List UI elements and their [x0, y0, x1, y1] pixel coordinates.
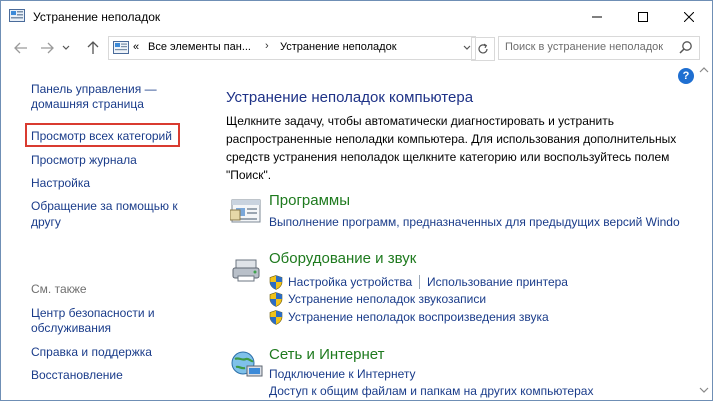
shared-folders-link[interactable]: Доступ к общим файлам и папкам на других… — [269, 384, 593, 398]
breadcrumb-all-items[interactable]: Все элементы пан... — [148, 41, 251, 53]
main-content: Устранение неполадок компьютера Щелкните… — [206, 64, 696, 400]
recent-locations-button[interactable] — [59, 38, 73, 58]
close-button[interactable] — [666, 1, 712, 32]
minimize-button[interactable] — [574, 1, 620, 32]
run-older-programs-link[interactable]: Выполнение программ, предназначенных для… — [269, 215, 680, 229]
close-icon — [684, 11, 694, 22]
breadcrumb-troubleshooting[interactable]: Устранение неполадок — [280, 41, 397, 53]
left-navigation-pane: Панель управления — домашняя страница Пр… — [1, 64, 206, 400]
troubleshoot-playback-link[interactable]: Устранение неполадок воспроизведения зву… — [288, 310, 549, 324]
hardware-sound-icon — [232, 259, 260, 282]
troubleshooting-window: Устранение неполадок « Все элементы пан.… — [0, 0, 713, 401]
minimize-icon — [592, 16, 602, 17]
programs-category-title[interactable]: Программы — [269, 192, 350, 209]
back-button[interactable] — [11, 38, 31, 58]
programs-icon — [230, 199, 261, 223]
search-icon[interactable] — [679, 40, 693, 54]
network-icon — [231, 351, 263, 377]
address-history-chevron-icon[interactable] — [463, 39, 471, 55]
page-title: Устранение неполадок компьютера — [226, 89, 474, 106]
control-panel-home-link-line2[interactable]: домашняя страница — [31, 95, 144, 113]
address-bar[interactable]: « Все элементы пан... › Устранение непол… — [108, 36, 476, 60]
category-programs: Программы Выполнение программ, предназна… — [226, 192, 696, 232]
hardware-sound-category-title[interactable]: Оборудование и звук — [269, 250, 416, 267]
troubleshooting-app-icon — [9, 9, 25, 22]
refresh-icon — [478, 43, 488, 54]
up-arrow-icon — [87, 41, 99, 54]
scrollbar-thumb[interactable] — [699, 80, 709, 380]
link-separator — [419, 275, 420, 289]
view-all-categories-link[interactable]: Просмотр всех категорий — [31, 127, 172, 145]
configure-device-link[interactable]: Настройка устройства — [288, 275, 412, 289]
chevron-down-icon — [62, 45, 70, 50]
refresh-button[interactable] — [471, 37, 495, 61]
window-title: Устранение неполадок — [33, 10, 161, 24]
back-arrow-icon — [14, 42, 27, 54]
forward-button[interactable] — [37, 38, 57, 58]
help-support-link[interactable]: Справка и поддержка — [31, 343, 152, 361]
forward-arrow-icon — [41, 42, 54, 54]
category-network-internet: Сеть и Интернет Подключение к Интернету … — [226, 346, 696, 400]
up-button[interactable] — [83, 38, 103, 58]
breadcrumb-separator-icon[interactable]: › — [265, 40, 269, 52]
troubleshoot-recording-link[interactable]: Устранение неполадок звукозаписи — [288, 292, 486, 306]
ask-friend-link-line2[interactable]: другу — [31, 213, 61, 231]
search-input[interactable] — [505, 39, 670, 55]
settings-link[interactable]: Настройка — [31, 174, 90, 192]
uac-shield-icon — [269, 275, 283, 290]
search-box[interactable] — [498, 36, 700, 60]
security-maintenance-link-line2[interactable]: обслуживания — [31, 319, 111, 337]
connect-internet-link[interactable]: Подключение к Интернету — [269, 367, 416, 381]
title-bar: Устранение неполадок — [1, 1, 712, 32]
use-printer-link[interactable]: Использование принтера — [427, 275, 568, 289]
recovery-link[interactable]: Восстановление — [31, 366, 123, 384]
page-description: Щелкните задачу, чтобы автоматически диа… — [226, 114, 677, 182]
scroll-up-icon[interactable] — [699, 66, 709, 74]
control-panel-icon — [113, 41, 129, 54]
navigation-bar: « Все элементы пан... › Устранение непол… — [1, 32, 712, 64]
see-also-label: См. также — [31, 282, 87, 296]
scroll-down-icon[interactable] — [699, 386, 709, 394]
uac-shield-icon — [269, 292, 283, 307]
maximize-button[interactable] — [620, 1, 666, 32]
maximize-icon — [638, 11, 648, 22]
breadcrumb-overflow[interactable]: « — [133, 41, 139, 53]
vertical-scrollbar[interactable] — [696, 64, 712, 400]
network-category-title[interactable]: Сеть и Интернет — [269, 346, 385, 363]
category-hardware-sound: Оборудование и звук Настройка устройства… — [226, 250, 696, 330]
view-history-link[interactable]: Просмотр журнала — [31, 151, 137, 169]
uac-shield-icon — [269, 310, 283, 325]
